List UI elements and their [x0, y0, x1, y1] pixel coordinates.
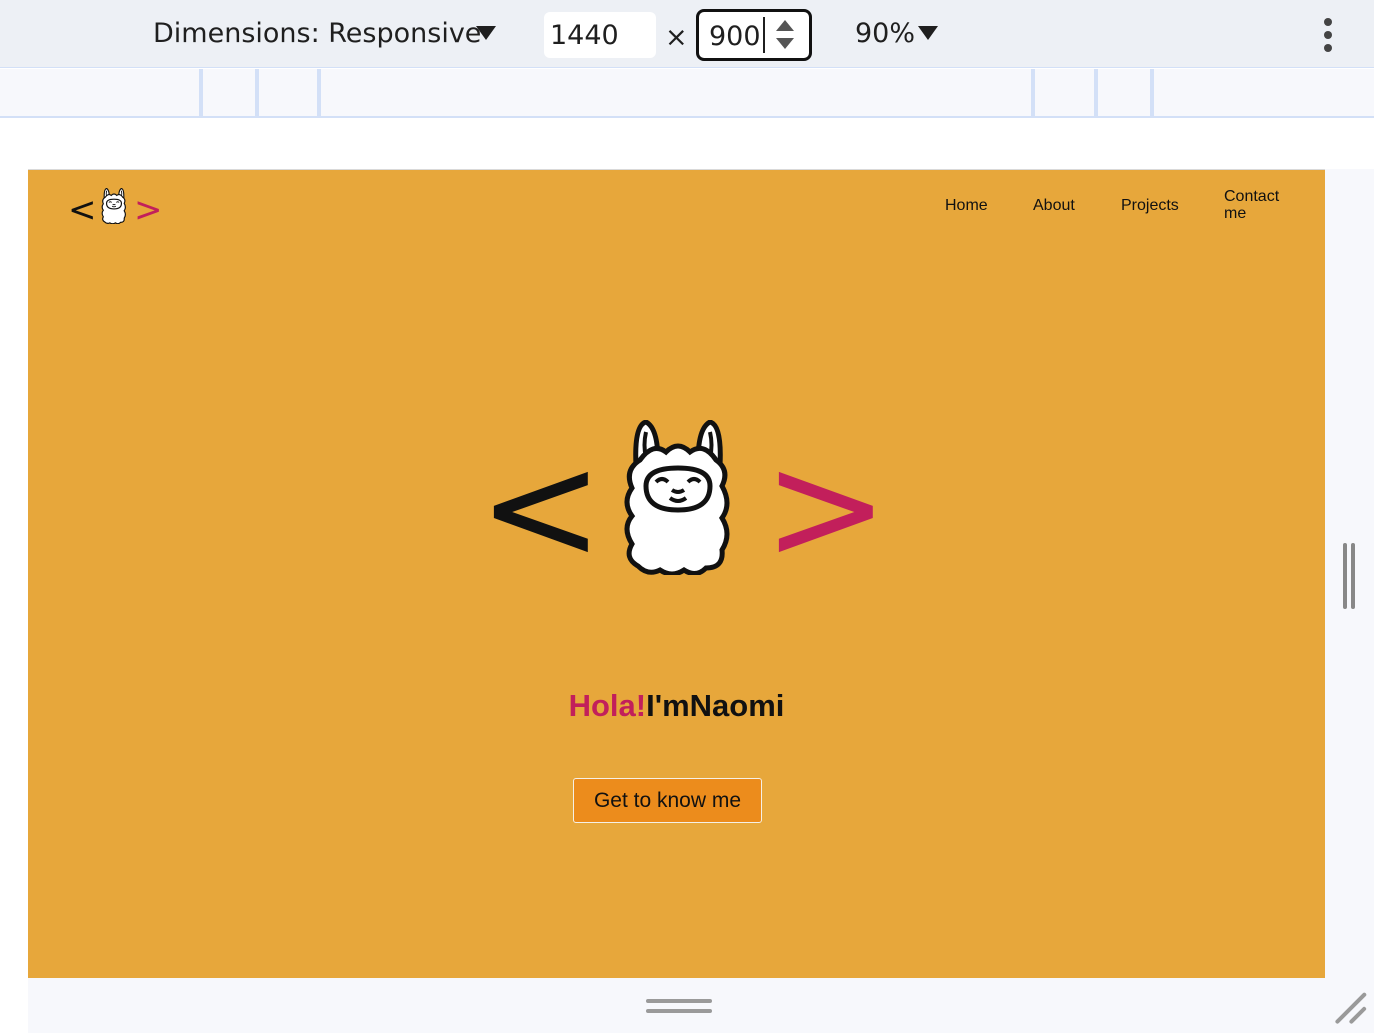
zoom-caret-icon[interactable]: [918, 26, 938, 40]
hero-right-bracket: >: [763, 421, 889, 595]
text-cursor: [763, 17, 765, 53]
media-query-ruler: [0, 69, 1374, 118]
times-symbol: ×: [665, 22, 688, 53]
main-nav: Home About Projects Contact me: [28, 188, 1325, 228]
dimensions-select[interactable]: Dimensions: Responsive: [153, 18, 481, 49]
width-input[interactable]: [544, 12, 656, 58]
ruler-mark[interactable]: [1031, 69, 1035, 116]
height-stepper[interactable]: [763, 17, 801, 53]
hero-left-bracket: <: [478, 421, 604, 595]
ruler-mark[interactable]: [1150, 69, 1154, 116]
corner-resize-handle[interactable]: [1332, 988, 1368, 1024]
ruler-mark[interactable]: [317, 69, 321, 116]
device-toolbar: Dimensions: Responsive × 90%: [0, 0, 1374, 68]
nav-contact-link[interactable]: Contact me: [1224, 188, 1284, 222]
height-input[interactable]: [709, 19, 769, 53]
nav-about-link[interactable]: About: [1033, 197, 1075, 214]
greeting-im: I'm: [646, 688, 690, 723]
ruler-mark[interactable]: [1094, 69, 1098, 116]
get-to-know-me-button[interactable]: Get to know me: [573, 778, 762, 823]
bottom-resize-handle[interactable]: [646, 997, 712, 1017]
decrement-arrow-icon[interactable]: [776, 38, 794, 49]
more-options-icon[interactable]: [1322, 18, 1334, 52]
zoom-select[interactable]: 90%: [855, 18, 915, 49]
emulated-page: < > Home About Projects Contact me < > H…: [28, 169, 1325, 978]
height-field[interactable]: [696, 9, 812, 61]
nav-home-link[interactable]: Home: [945, 197, 988, 214]
hero-logo: < >: [478, 415, 898, 583]
increment-arrow-icon[interactable]: [776, 20, 794, 31]
ruler-mark[interactable]: [255, 69, 259, 116]
nav-projects-link[interactable]: Projects: [1121, 197, 1179, 214]
viewport-left-gutter: [0, 169, 28, 1033]
hero-greeting: Hola!I'mNaomi: [28, 688, 1325, 724]
greeting-hola: Hola!: [568, 688, 647, 723]
llama-hero-icon: [624, 420, 730, 575]
greeting-name: Naomi: [689, 688, 785, 723]
ruler-mark[interactable]: [199, 69, 203, 116]
dimensions-caret-icon[interactable]: [476, 26, 496, 40]
right-resize-handle[interactable]: [1342, 543, 1356, 609]
